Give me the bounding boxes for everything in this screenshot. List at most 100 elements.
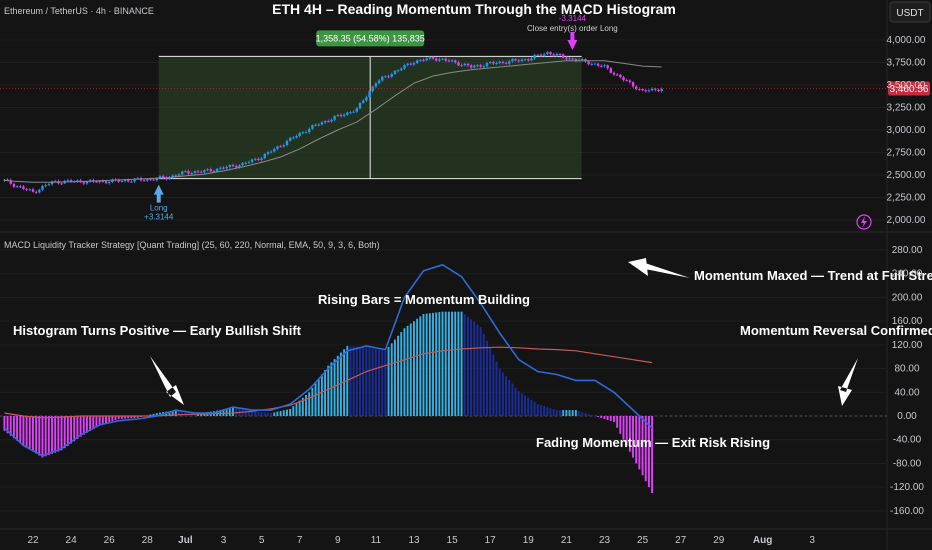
histogram-bar [38, 416, 41, 456]
histogram-bar [295, 403, 298, 416]
candle-body [28, 189, 32, 191]
macd-tick-label: -160.00 [890, 506, 924, 517]
exit-value: -3.3144 [559, 14, 587, 23]
candle-body [225, 166, 228, 169]
time-tick-label: 7 [297, 535, 303, 546]
histogram-bar [371, 348, 374, 416]
candle-body [377, 80, 381, 84]
time-tick-label: 3 [809, 535, 815, 546]
macd-tick-label: 200.00 [892, 292, 923, 303]
histogram-bar [35, 416, 38, 454]
candle-body [482, 66, 486, 68]
candle-body [635, 86, 638, 90]
histogram-bar [108, 416, 111, 422]
candle-body [320, 122, 324, 125]
candle-body [263, 153, 266, 159]
candle-body [412, 63, 416, 65]
candle-body [593, 63, 597, 65]
histogram-bar [470, 319, 473, 416]
histogram-bar [320, 374, 323, 416]
time-tick-label: 13 [408, 535, 420, 546]
candle-body [368, 91, 371, 98]
histogram-bar [476, 324, 479, 416]
annotation-fading: Fading Momentum — Exit Risk Rising [536, 435, 770, 450]
histogram-bar [393, 339, 396, 416]
candle-body [625, 80, 628, 82]
histogram-bar [98, 416, 101, 425]
candle-body [200, 171, 203, 173]
histogram-bar [384, 350, 387, 416]
candle-body [346, 112, 349, 115]
candle-body [533, 54, 536, 59]
histogram-bar [333, 359, 336, 416]
candle-body [479, 65, 482, 67]
histogram-bar [336, 355, 339, 416]
histogram-bar [60, 416, 63, 451]
histogram-bar [349, 346, 352, 416]
annotation-rising-bars: Rising Bars = Momentum Building [318, 292, 530, 307]
histogram-bar [374, 349, 377, 416]
price-tick-label: 2,500.00 [887, 170, 926, 181]
candle-body [539, 54, 543, 56]
candle-body [333, 116, 336, 120]
candle-body [127, 180, 130, 182]
candle-body [565, 57, 568, 60]
candle-body [292, 137, 295, 139]
histogram-bar [63, 416, 66, 449]
candle-body [536, 54, 540, 56]
candle-body [508, 61, 511, 64]
candle-body [657, 89, 660, 92]
macd-tick-label: 40.00 [894, 387, 919, 398]
price-tick-label: 3,250.00 [887, 103, 926, 114]
histogram-bar [562, 410, 565, 416]
candle-body [25, 188, 28, 190]
candle-body [435, 58, 438, 61]
candle-body [146, 179, 149, 181]
candle-body [193, 171, 197, 174]
candle-body [149, 179, 152, 181]
histogram-bar [549, 408, 552, 416]
candle-body [108, 181, 111, 184]
histogram-bar [444, 311, 447, 416]
candle-body [250, 159, 254, 163]
candle-body [568, 58, 571, 60]
histogram-bar [619, 416, 622, 434]
candle-body [95, 181, 98, 183]
candle-body [41, 186, 44, 190]
candle-body [66, 180, 70, 182]
macd-tick-label: 120.00 [892, 340, 923, 351]
histogram-bar [16, 416, 19, 441]
histogram-bar [181, 411, 184, 416]
candle-body [514, 59, 517, 61]
histogram-bar [79, 416, 82, 437]
candle-body [457, 62, 460, 66]
histogram-bar [565, 410, 568, 416]
chart-root: { "symbol_line": "Ethereum / TetherUS · … [0, 0, 932, 550]
candle-body [628, 80, 632, 83]
candle-body [311, 125, 314, 129]
histogram-bar [457, 311, 460, 416]
histogram-bar [85, 416, 88, 433]
candle-body [644, 90, 647, 92]
candle-body [419, 59, 422, 61]
histogram-bar [486, 340, 488, 416]
candle-body [409, 63, 413, 65]
time-tick-label: 24 [66, 535, 78, 546]
histogram-bar [524, 395, 527, 416]
histogram-bar [495, 361, 498, 416]
price-tick-label: 2,250.00 [887, 193, 926, 204]
histogram-bar [508, 379, 511, 416]
candle-body [466, 63, 470, 66]
histogram-bar [498, 368, 501, 416]
histogram-bar [266, 412, 269, 416]
symbol-line: Ethereum / TetherUS · 4h · BINANCE [4, 6, 154, 16]
histogram-bar [492, 354, 495, 416]
histogram-bar [289, 408, 292, 416]
histogram-bar [416, 318, 419, 416]
macd-tick-label: 80.00 [894, 364, 919, 375]
histogram-bar [381, 350, 384, 416]
candle-body [365, 97, 368, 101]
histogram-bar [51, 416, 53, 454]
histogram-bar [390, 343, 393, 416]
candle-body [187, 171, 190, 174]
